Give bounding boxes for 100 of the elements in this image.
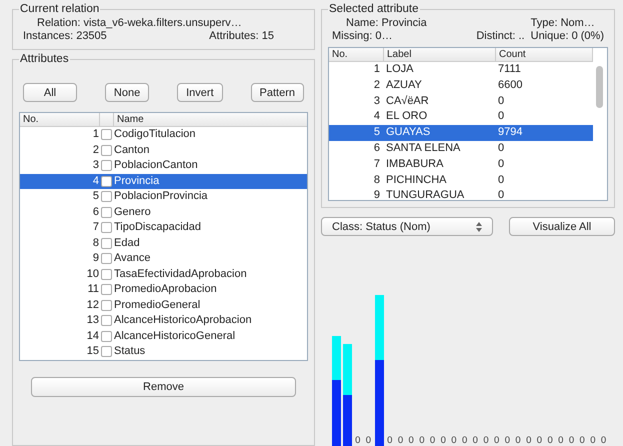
attribute-name: Edad <box>114 236 140 250</box>
attribute-name: Canton <box>114 142 150 158</box>
attribute-row[interactable]: 15 Status <box>20 344 307 360</box>
attribute-row[interactable]: 8 Edad <box>20 236 307 251</box>
label-cell-text: TUNGURAGUA <box>385 188 466 200</box>
attribute-row[interactable]: 6 Genero <box>20 204 307 220</box>
attributes-count: Attributes: 15 <box>209 30 275 43</box>
checkbox[interactable] <box>101 330 112 342</box>
row-number: 3 <box>372 94 381 109</box>
bin-count: 0 <box>504 435 510 446</box>
attribute-row[interactable]: 4 Provincia <box>20 174 307 189</box>
column-header[interactable]: No. <box>329 48 384 61</box>
checkbox[interactable] <box>101 268 112 280</box>
bin-count: 0 <box>515 435 521 446</box>
bin-count: 0 <box>600 435 606 446</box>
visualize-all-button[interactable]: Visualize All <box>509 217 615 236</box>
checkbox[interactable] <box>101 346 112 358</box>
row-number: 7 <box>372 156 381 172</box>
attribute-row[interactable]: 13 AlcanceHistoricoAprobacion <box>20 313 307 328</box>
checkbox[interactable] <box>101 129 112 140</box>
row-number: 5 <box>92 189 100 204</box>
attribute-name: Avance <box>114 251 150 266</box>
panel-title: Attributes <box>19 53 70 65</box>
attribute-row[interactable]: 12 PromedioGeneral <box>20 298 307 313</box>
select-button[interactable]: Pattern <box>250 83 304 102</box>
bin-count: 0 <box>366 435 372 446</box>
row-number: 14 <box>86 328 100 344</box>
attribute-row[interactable]: 2 Canton <box>20 142 307 158</box>
row-number: 10 <box>86 266 100 282</box>
panel-title: Selected attribute <box>328 3 420 15</box>
distinct-label: Distinct: .. <box>476 30 525 43</box>
column-header[interactable]: No. <box>20 113 100 126</box>
row-number: 2 <box>372 78 381 93</box>
checkbox[interactable] <box>101 191 112 202</box>
attribute-name: Genero <box>114 204 151 220</box>
attribute-row[interactable]: 1 CodigoTitulacion <box>20 127 307 142</box>
attribute-row[interactable]: 10 TasaEfectividadAprobacion <box>20 266 307 282</box>
select-button[interactable]: None <box>104 83 150 102</box>
count-cell-text: 0 <box>497 156 506 172</box>
bin-count: 0 <box>398 435 404 446</box>
attribute-row[interactable]: 7 TipoDiscapacidad <box>20 220 307 236</box>
row-number: 15 <box>86 344 100 359</box>
bin-count: 0 <box>387 435 392 446</box>
attribute-row[interactable]: 14 AlcanceHistoricoGeneral <box>20 328 307 344</box>
checkbox[interactable] <box>101 222 112 234</box>
checkbox[interactable] <box>101 144 112 156</box>
attribute-name: Provincia <box>114 174 160 188</box>
label-cell-text: AZUAY <box>385 78 423 93</box>
label-cell-text: SANTA ELENA <box>385 140 462 156</box>
attribute-row[interactable]: 9 Avance <box>20 251 307 266</box>
bin-count: 0 <box>483 435 489 446</box>
attribute-row[interactable]: 5 PoblacionProvincia <box>20 189 307 204</box>
checkbox[interactable] <box>101 300 112 311</box>
checkbox[interactable] <box>101 206 112 218</box>
row-number: 3 <box>92 158 100 173</box>
row-number: 2 <box>92 142 100 158</box>
checkbox[interactable] <box>101 315 112 326</box>
row-number: 9 <box>372 188 381 200</box>
unique-label: Unique: 0 (0%) <box>530 30 604 43</box>
column-header[interactable]: Label <box>384 48 496 61</box>
label-cell-text: IMBABURA <box>385 156 444 172</box>
count-cell-text: 0 <box>497 109 506 124</box>
label-cell-text: CA√ëAR <box>385 94 430 109</box>
row-number: 11 <box>86 282 100 297</box>
bin-count: 0 <box>472 435 478 446</box>
attribute-name: PoblacionCanton <box>114 158 198 173</box>
attribute-name: CodigoTitulacion <box>114 127 196 142</box>
remove-button[interactable]: Remove <box>31 377 296 397</box>
checkbox[interactable] <box>101 238 112 249</box>
bin-count: 0 <box>430 435 436 446</box>
select-button[interactable]: All <box>23 83 77 102</box>
bin-count: 0 <box>355 435 360 446</box>
checkbox[interactable] <box>101 176 112 187</box>
label-cell: GUAYAS <box>384 125 496 141</box>
row-number: 7 <box>92 220 100 235</box>
instances-label: Instances: 23505 <box>23 30 108 43</box>
attribute-name: PoblacionProvincia <box>114 189 208 204</box>
checkbox[interactable] <box>101 253 112 264</box>
row-number: 1 <box>92 127 100 142</box>
row-number: 9 <box>92 251 100 266</box>
attribute-row[interactable]: 11 PromedioAprobacion <box>20 282 307 298</box>
row-number: 6 <box>372 140 381 156</box>
row-number: 1 <box>372 62 381 77</box>
class-dropdown[interactable]: Class: Status (Nom) <box>321 217 493 236</box>
select-button[interactable]: Invert <box>177 83 223 102</box>
scrollbar-thumb[interactable] <box>596 66 603 108</box>
column-header[interactable]: Name <box>114 113 307 126</box>
label-cell-text: EL ORO <box>385 109 428 124</box>
bin-count: 0 <box>568 435 574 446</box>
count-cell-text: 6600 <box>497 78 524 93</box>
count-cell-text: 7111 <box>497 62 522 77</box>
attribute-row[interactable]: 3 PoblacionCanton <box>20 158 307 174</box>
checkbox[interactable] <box>101 284 112 296</box>
row-number: 12 <box>86 298 100 312</box>
checkbox[interactable] <box>101 160 112 172</box>
attribute-name: PromedioGeneral <box>114 298 200 312</box>
attribute-name: TasaEfectividadAprobacion <box>114 266 247 282</box>
attribute-name: TipoDiscapacidad <box>114 220 202 235</box>
stepper-icon <box>476 222 482 232</box>
bin-count: 0 <box>526 435 532 446</box>
